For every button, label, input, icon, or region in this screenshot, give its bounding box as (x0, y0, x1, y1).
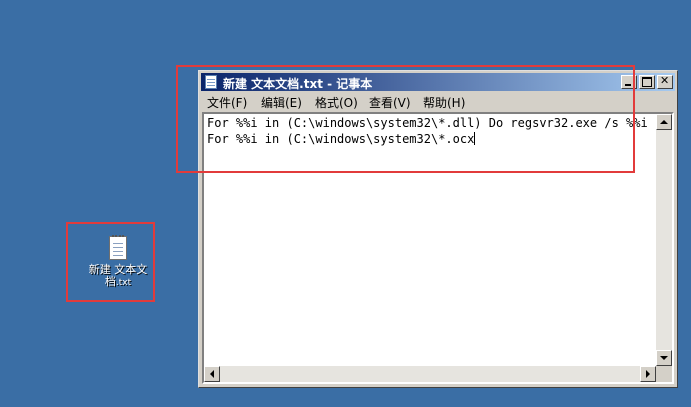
down-arrow-icon (660, 356, 668, 364)
horizontal-scrollbar[interactable] (204, 366, 656, 382)
highlight-box-code (176, 65, 635, 173)
close-button[interactable] (657, 74, 673, 89)
highlight-box-file (66, 222, 155, 302)
scroll-right-button[interactable] (640, 366, 656, 382)
up-arrow-icon (660, 116, 668, 124)
maximize-button[interactable] (639, 75, 655, 89)
right-arrow-icon (646, 370, 654, 378)
left-arrow-icon (206, 370, 214, 378)
scroll-down-button[interactable] (656, 350, 672, 366)
scroll-left-button[interactable] (204, 366, 220, 382)
vertical-scrollbar[interactable] (656, 114, 672, 366)
resize-grip[interactable] (656, 366, 672, 382)
scroll-up-button[interactable] (656, 114, 672, 130)
